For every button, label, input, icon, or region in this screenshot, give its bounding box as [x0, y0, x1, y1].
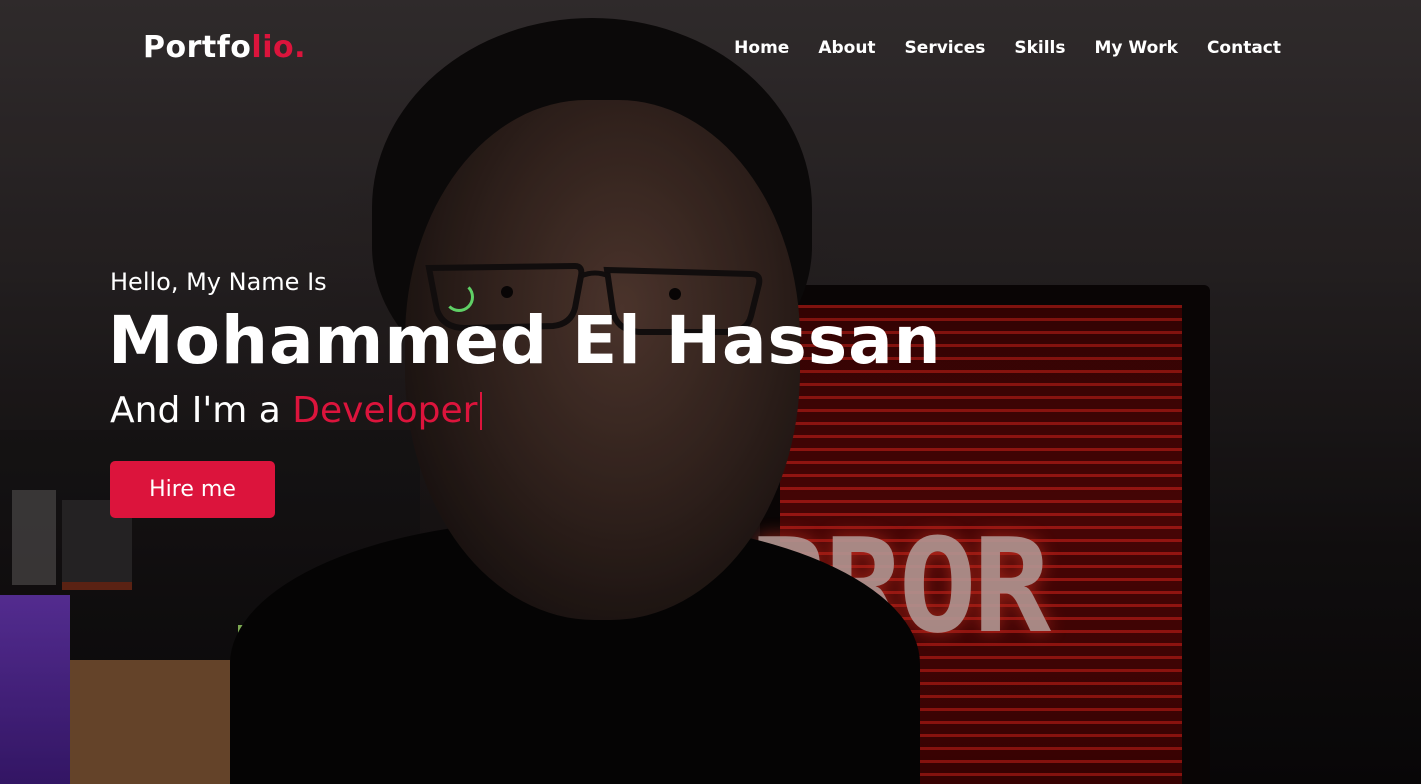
- typing-cursor: [480, 392, 483, 430]
- hero-intro: Hello, My Name Is: [110, 268, 327, 296]
- nav-item-about: About: [818, 38, 875, 58]
- nav-item-services: Services: [905, 38, 986, 58]
- nav-link-contact[interactable]: Contact: [1207, 38, 1281, 58]
- nav-link-my-work[interactable]: My Work: [1095, 38, 1178, 58]
- nav-item-home: Home: [734, 38, 789, 58]
- nav-menu: Home About Services Skills My Work Conta…: [734, 38, 1281, 58]
- hero-role-prefix: And I'm a: [110, 390, 293, 431]
- nav-item-my-work: My Work: [1095, 38, 1178, 58]
- logo-text: Portfo: [143, 30, 252, 65]
- nav-item-contact: Contact: [1207, 38, 1281, 58]
- navbar: Portfolio. Home About Services Skills My…: [0, 0, 1421, 98]
- nav-link-home[interactable]: Home: [734, 38, 789, 58]
- logo-accent: lio.: [251, 30, 306, 65]
- nav-link-about[interactable]: About: [818, 38, 875, 58]
- hire-me-button[interactable]: Hire me: [110, 461, 275, 518]
- nav-link-skills[interactable]: Skills: [1014, 38, 1065, 58]
- nav-item-skills: Skills: [1014, 38, 1065, 58]
- hero-role: And I'm a Developer: [110, 390, 483, 431]
- logo[interactable]: Portfolio.: [143, 30, 306, 65]
- hero-name: Mohammed El Hassan: [108, 302, 942, 379]
- nav-link-services[interactable]: Services: [905, 38, 986, 58]
- hero-role-typed: Developer: [292, 390, 478, 431]
- hero-section: RROR Portfolio. Home About Services Skil…: [0, 0, 1421, 784]
